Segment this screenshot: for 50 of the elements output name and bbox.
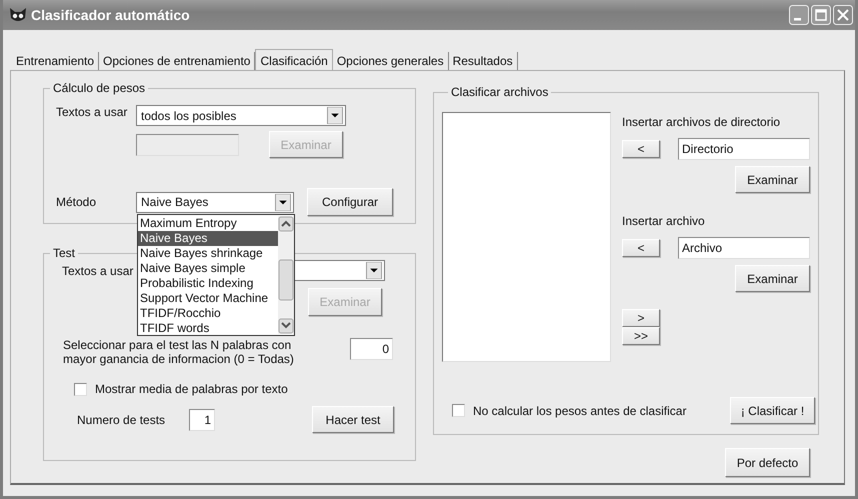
field-label: Textos a usar <box>55 105 128 119</box>
checkbox[interactable] <box>452 404 465 417</box>
dropdown-option[interactable]: Naive Bayes <box>138 230 278 246</box>
browse-button[interactable]: Examinar <box>735 166 810 193</box>
dropdown-option[interactable]: TFIDF/Rocchio <box>138 306 278 320</box>
minimize-button[interactable] <box>789 5 809 25</box>
field-label: Textos a usar <box>61 264 134 278</box>
file-field[interactable]: Archivo <box>678 237 810 259</box>
move-button[interactable]: >> <box>622 327 660 345</box>
group-title: Cálculo de pesos <box>52 81 146 95</box>
dropdown-arrow-icon <box>327 107 343 124</box>
number-field[interactable]: 1 <box>189 408 215 430</box>
run-test-button[interactable]: Hacer test <box>312 406 394 433</box>
dropdown-arrow-icon <box>275 194 291 210</box>
top-words-label: Seleccionar para el test las N palabras con mayor ganancia de informacion (0 = Todas) <box>63 338 295 366</box>
add-button[interactable]: < <box>622 239 660 257</box>
dropdown-option[interactable]: Probabilistic Indexing <box>138 276 278 290</box>
checkbox-label: Mostrar media de palabras por texto <box>95 382 288 396</box>
checkbox[interactable] <box>74 382 87 396</box>
default-button[interactable]: Por defecto <box>725 448 810 477</box>
dropdown-option[interactable]: Naive Bayes simple <box>138 260 278 276</box>
group-title: Test <box>52 246 76 260</box>
tab[interactable]: Entrenamiento <box>12 52 100 70</box>
dropdown-option[interactable]: TFIDF words <box>138 320 278 336</box>
classify-button[interactable]: ¡ Clasificar ! <box>730 397 815 424</box>
texts-dropdown[interactable]: todos los posibles <box>136 105 346 126</box>
app-icon <box>9 7 27 23</box>
section-label: Insertar archivos de directorio <box>622 115 780 129</box>
group-title: Clasificar archivos <box>450 85 550 99</box>
browse-button[interactable]: Examinar <box>735 265 810 292</box>
directory-field[interactable]: Directorio <box>678 138 810 160</box>
maximize-button[interactable] <box>811 5 831 25</box>
section-label: Insertar archivo <box>622 214 705 228</box>
close-button[interactable] <box>833 5 853 25</box>
window-title: Clasificador automático <box>31 7 191 23</box>
dropdown-option[interactable]: Naive Bayes shrinkage <box>138 246 278 260</box>
move-button[interactable]: > <box>622 309 660 327</box>
dropdown-arrow-icon <box>366 262 382 279</box>
path-field[interactable] <box>136 134 239 156</box>
configure-button[interactable]: Configurar <box>307 188 393 216</box>
field-label: Numero de tests <box>77 412 166 426</box>
field-label: Método <box>55 195 98 209</box>
tab[interactable]: Clasificación <box>255 49 333 71</box>
dropdown-option[interactable]: Maximum Entropy <box>138 216 278 230</box>
number-field[interactable]: 0 <box>350 338 393 360</box>
tab[interactable]: Opciones generales <box>332 52 449 70</box>
checkbox-label: No calcular los pesos antes de clasificar <box>473 404 688 418</box>
add-button[interactable]: < <box>622 140 660 158</box>
dropdown-option[interactable]: Support Vector Machine <box>138 290 278 306</box>
tab[interactable]: Resultados <box>448 52 518 70</box>
